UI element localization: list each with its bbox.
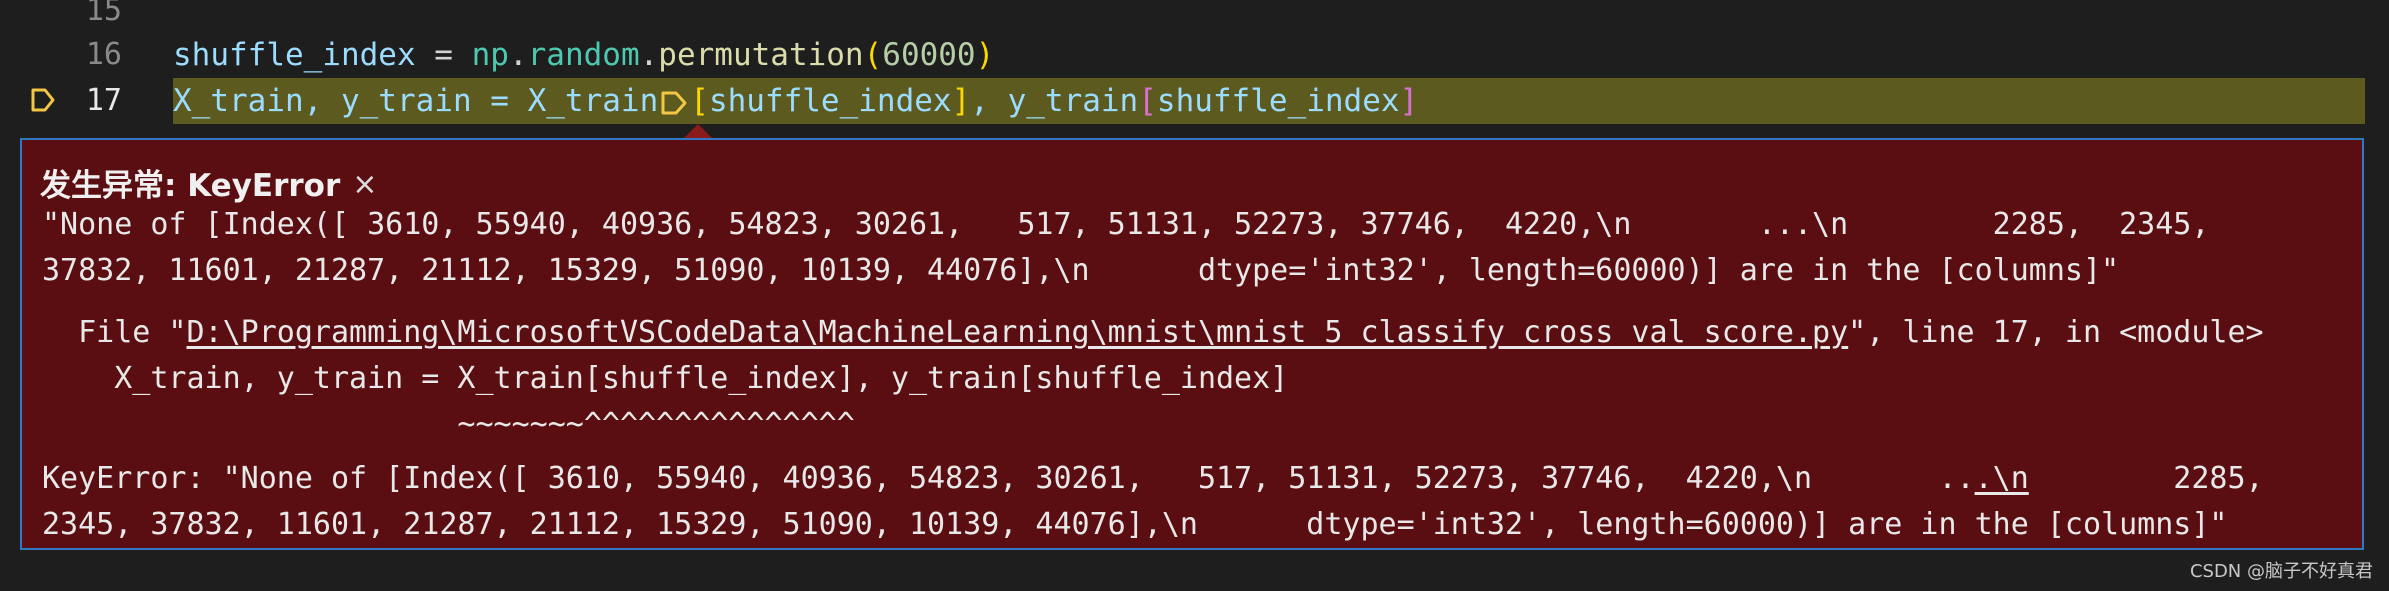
keyerror-link[interactable]: .\n [1975, 461, 2029, 496]
traceback-code-line: X_train, y_train = X_train[shuffle_index… [42, 361, 1289, 396]
keyerror-line: KeyError: "None of [Index([ 3610, 55940,… [42, 456, 2264, 502]
exception-message-line: 37832, 11601, 21287, 21112, 15329, 51090… [42, 253, 2120, 288]
code-line-17[interactable]: X_train, y_train = X_train [shuffle_index… [173, 78, 1418, 124]
exception-message-line: "None of [Index([ 3610, 55940, 40936, 54… [42, 207, 2210, 242]
inline-breakpoint-icon[interactable] [659, 89, 689, 117]
code-token: [ [690, 83, 709, 119]
code-token: ( [863, 37, 883, 73]
code-token: X_train, y_train = X_train [173, 83, 659, 119]
traceback-file-link[interactable]: D:\Programming\MicrosoftVSCodeData\Machi… [187, 315, 1849, 350]
code-token: [ [1138, 83, 1157, 119]
code-token: , y_train [970, 83, 1139, 119]
keyerror-text: 2285, [2028, 461, 2264, 496]
code-token: . [508, 37, 528, 73]
close-icon[interactable]: × [352, 167, 377, 202]
keyerror-line: 2345, 37832, 11601, 21287, 21112, 15329,… [42, 507, 2228, 542]
code-token: . [639, 37, 659, 73]
code-token: np [471, 37, 509, 73]
code-editor[interactable]: 15 16 17 shuffle_index = np.random.permu… [0, 0, 2389, 591]
line-number-current: 17 [85, 83, 122, 118]
code-token: 60000 [882, 37, 976, 73]
code-token: random [527, 37, 640, 73]
code-token: ) [975, 37, 995, 73]
exception-title: 发生异常: KeyError × [40, 160, 377, 205]
peek-pointer [684, 124, 712, 138]
line-number: 16 [85, 37, 122, 72]
watermark: CSDN @脑子不好真君 [2189, 561, 2373, 582]
keyerror-text: KeyError: "None of [Index([ 3610, 55940,… [42, 461, 1975, 496]
code-token: = [415, 37, 472, 73]
exception-title-text: 发生异常: KeyError [40, 168, 341, 204]
code-token: shuffle_index [173, 37, 416, 73]
traceback-marker-line: ~~~~~~~^^^^^^^^^^^^^^^ [42, 407, 855, 442]
traceback-file-suffix: ", line 17, in <module> [1848, 315, 2264, 350]
code-token: permutation [658, 37, 864, 73]
code-token: ] [951, 83, 971, 119]
debug-stackframe-icon[interactable] [30, 87, 56, 113]
code-token: ] [1399, 83, 1419, 119]
exception-widget[interactable]: 发生异常: KeyError × "None of [Index([ 3610, … [20, 138, 2364, 550]
code-token: shuffle_index [708, 83, 952, 119]
traceback-file-line: File "D:\Programming\MicrosoftVSCodeData… [42, 310, 2264, 356]
traceback-file-prefix: File " [42, 315, 187, 350]
code-line-16[interactable]: shuffle_index = np.random.permutation(60… [173, 32, 994, 78]
code-token: shuffle_index [1156, 83, 1400, 119]
line-number: 15 [85, 0, 122, 28]
